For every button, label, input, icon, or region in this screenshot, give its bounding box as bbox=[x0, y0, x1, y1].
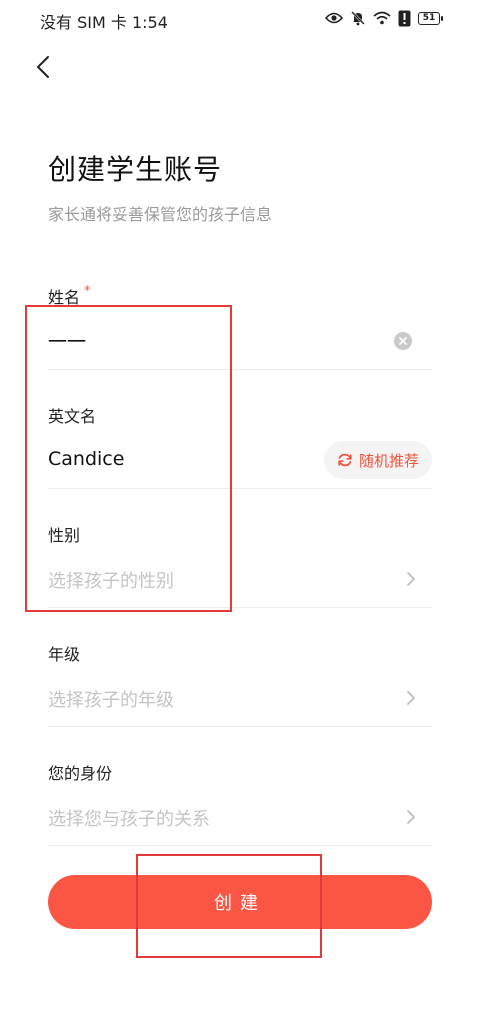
status-bar: 没有 SIM 卡 1:54 51 bbox=[0, 0, 480, 38]
chevron-right-icon[interactable] bbox=[404, 570, 418, 588]
grade-select[interactable]: 选择孩子的年级 bbox=[48, 686, 174, 712]
chevron-right-icon[interactable] bbox=[404, 689, 418, 707]
page-subtitle: 家长通将妥善保管您的孩子信息 bbox=[48, 205, 273, 224]
random-recommend-button[interactable]: 随机推荐 bbox=[324, 441, 432, 479]
battery-icon: 51 bbox=[418, 11, 443, 25]
status-icons: 51 bbox=[325, 8, 443, 28]
identity-label: 您的身份 bbox=[48, 764, 113, 783]
back-button[interactable] bbox=[26, 50, 60, 84]
annotation-box-create bbox=[136, 854, 322, 958]
wifi-icon bbox=[373, 11, 391, 25]
status-carrier-time: 没有 SIM 卡 1:54 bbox=[40, 13, 168, 32]
eye-icon bbox=[325, 12, 343, 24]
grade-label: 年级 bbox=[48, 645, 81, 664]
identity-select[interactable]: 选择您与孩子的关系 bbox=[48, 805, 210, 831]
random-recommend-label: 随机推荐 bbox=[358, 451, 419, 470]
close-icon bbox=[399, 337, 407, 345]
chevron-right-icon[interactable] bbox=[404, 808, 418, 826]
refresh-icon bbox=[338, 453, 352, 467]
required-mark: * bbox=[84, 284, 91, 299]
mute-bell-icon bbox=[351, 11, 365, 26]
divider bbox=[48, 726, 432, 727]
clear-button[interactable] bbox=[394, 332, 412, 350]
page-title: 创建学生账号 bbox=[48, 153, 223, 186]
divider bbox=[48, 845, 432, 846]
chevron-left-icon bbox=[37, 56, 49, 78]
alert-icon bbox=[398, 10, 411, 26]
annotation-box-form bbox=[25, 305, 232, 612]
